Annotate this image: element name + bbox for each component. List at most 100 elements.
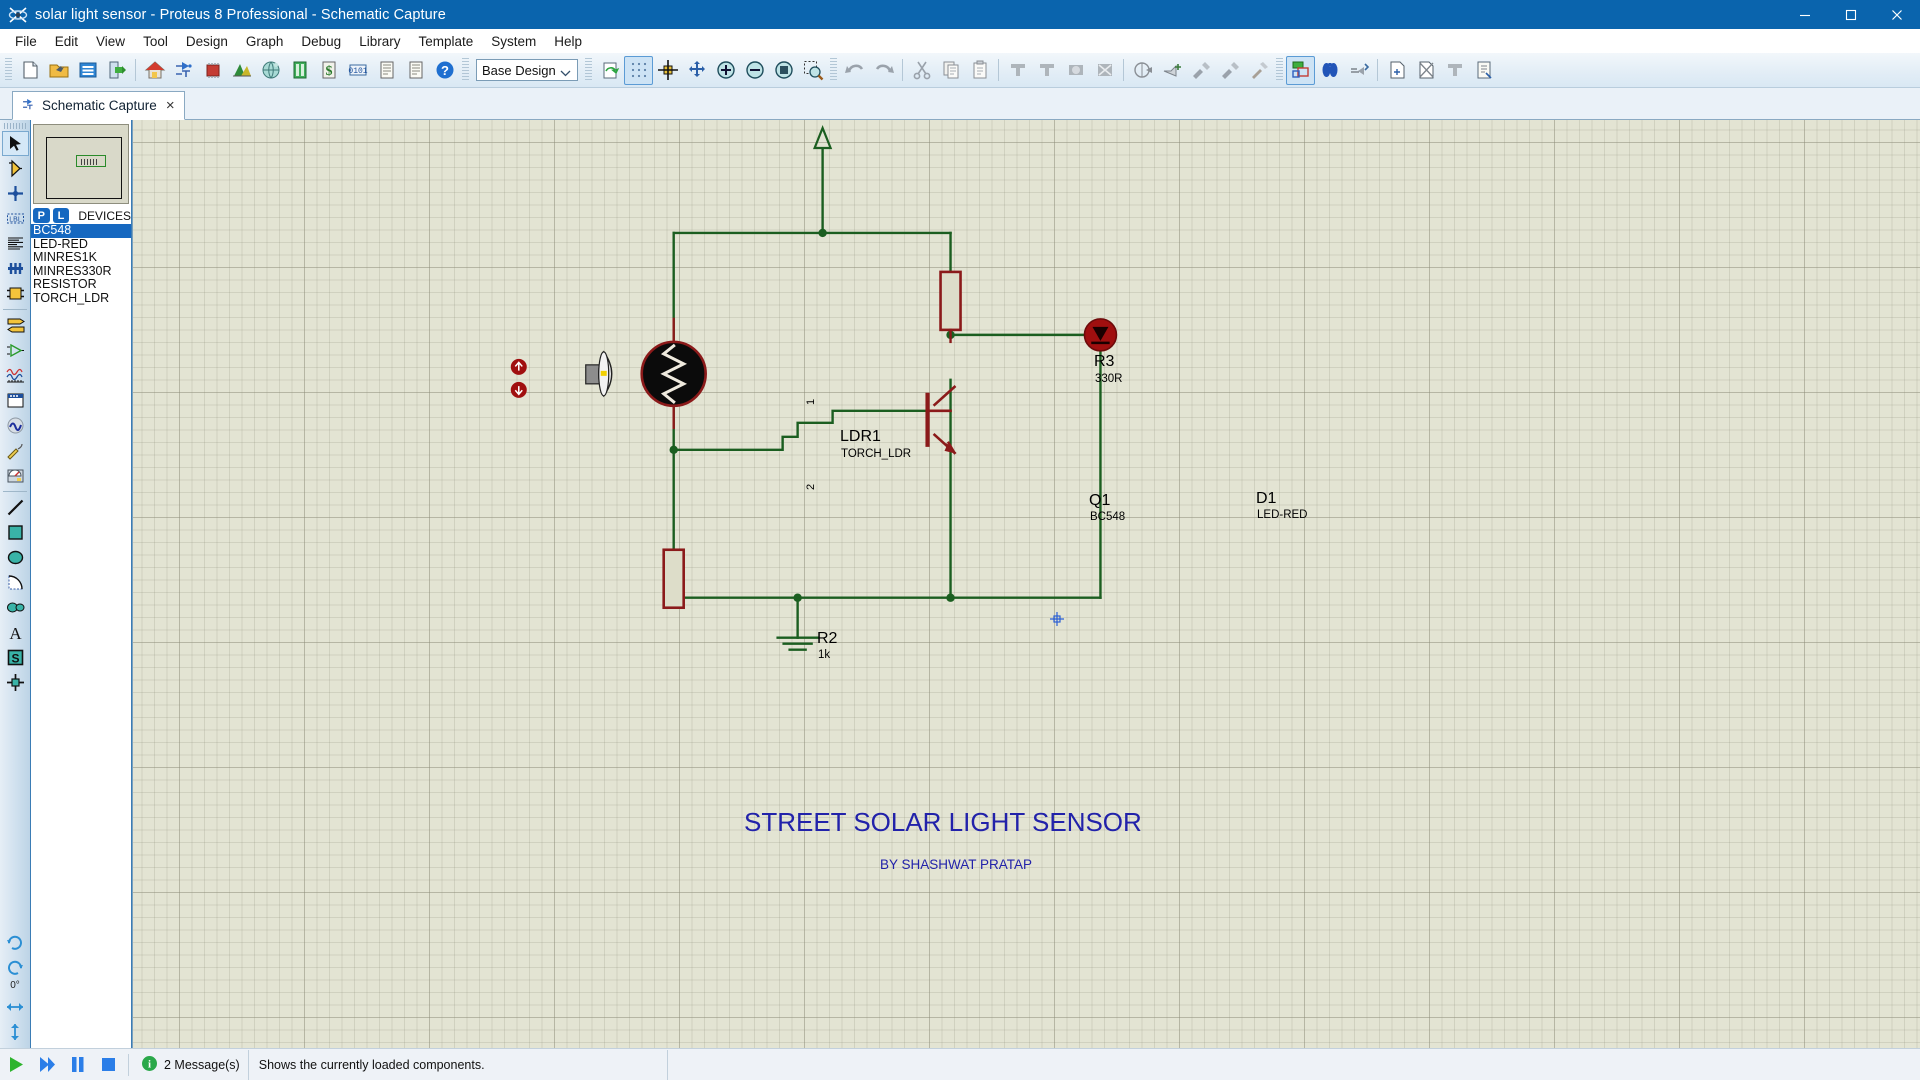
- toolbar-grip-2[interactable]: [462, 58, 469, 82]
- menu-edit[interactable]: Edit: [46, 31, 87, 52]
- rail-grip[interactable]: [4, 123, 26, 129]
- library-manager-button[interactable]: L: [52, 208, 70, 223]
- circle-tool-icon[interactable]: [2, 545, 29, 570]
- report2-icon[interactable]: [401, 56, 430, 85]
- device-item-bc548[interactable]: BC548: [31, 224, 131, 238]
- maximize-button[interactable]: [1828, 0, 1874, 29]
- toggle-grid-icon[interactable]: [624, 55, 653, 85]
- hammer-icon[interactable]: [1244, 56, 1273, 85]
- box-tool-icon[interactable]: [2, 520, 29, 545]
- text-script-mode-icon[interactable]: [2, 231, 29, 256]
- redo-icon[interactable]: [869, 56, 898, 85]
- mirror-horizontal-icon[interactable]: [2, 994, 29, 1019]
- preview-pane[interactable]: [33, 124, 129, 204]
- help-icon[interactable]: ?: [430, 56, 459, 85]
- new-file-icon[interactable]: [15, 56, 44, 85]
- junction-dot-mode-icon[interactable]: [2, 181, 29, 206]
- close-icon[interactable]: ×: [163, 97, 178, 114]
- toolbar-grip[interactable]: [5, 58, 12, 82]
- block-rotate-icon[interactable]: [1061, 56, 1090, 85]
- device-item-resistor[interactable]: RESISTOR: [31, 277, 131, 292]
- line-tool-icon[interactable]: [2, 495, 29, 520]
- design-explorer2-icon[interactable]: [1469, 56, 1498, 85]
- mirror-vertical-icon[interactable]: [2, 1019, 29, 1044]
- block-copy-icon[interactable]: [1003, 56, 1032, 85]
- menu-file[interactable]: File: [6, 31, 46, 52]
- pick-device-icon[interactable]: [1128, 56, 1157, 85]
- packaging-tool-icon[interactable]: [1186, 56, 1215, 85]
- simulation-pause-button[interactable]: [62, 1050, 93, 1080]
- menu-help[interactable]: Help: [545, 31, 591, 52]
- closed-path-tool-icon[interactable]: [2, 595, 29, 620]
- block-move-icon[interactable]: [1032, 56, 1061, 85]
- terminals-mode-icon[interactable]: [2, 313, 29, 338]
- make-device-icon[interactable]: [1157, 56, 1186, 85]
- schematic-canvas[interactable]: LDR1 TORCH_LDR R3 330R R2 1k Q1 BC548 D1…: [132, 120, 1920, 1048]
- open-folder-icon[interactable]: [44, 56, 73, 85]
- device-item-minres330r[interactable]: MINRES330R: [31, 264, 131, 279]
- menu-system[interactable]: System: [482, 31, 545, 52]
- devices-list[interactable]: BC548 LED-RED MINRES1K MINRES330R RESIST…: [31, 224, 131, 1048]
- rotate-anticlockwise-icon[interactable]: [2, 954, 29, 979]
- rotate-clockwise-icon[interactable]: [2, 929, 29, 954]
- tab-schematic-capture[interactable]: Schematic Capture ×: [12, 91, 185, 120]
- menu-debug[interactable]: Debug: [292, 31, 350, 52]
- zoom-area-icon[interactable]: [798, 56, 827, 85]
- device-pin-mode-icon[interactable]: [2, 338, 29, 363]
- virtual-instrument-mode-icon[interactable]: [2, 463, 29, 488]
- toolbar-grip-5[interactable]: [1276, 58, 1283, 82]
- design-select[interactable]: Base Design: [476, 59, 578, 81]
- menu-view[interactable]: View: [87, 31, 134, 52]
- goto-sheet-icon[interactable]: [1440, 56, 1469, 85]
- decompose-icon[interactable]: [1215, 56, 1244, 85]
- pick-devices-button[interactable]: P: [33, 208, 50, 223]
- toolbar-grip-3[interactable]: [585, 58, 592, 82]
- selection-mode-icon[interactable]: [1, 131, 29, 156]
- 3d-view-icon[interactable]: [227, 56, 256, 85]
- menu-graph[interactable]: Graph: [237, 31, 293, 52]
- menu-template[interactable]: Template: [409, 31, 482, 52]
- property-assign-icon[interactable]: [1344, 56, 1373, 85]
- cut-icon[interactable]: [907, 56, 936, 85]
- origin-icon[interactable]: [653, 56, 682, 85]
- design-explorer-icon[interactable]: $: [314, 56, 343, 85]
- project-notes-icon[interactable]: 0101: [343, 56, 372, 85]
- save-icon[interactable]: [73, 56, 102, 85]
- bill-of-materials-icon[interactable]: [285, 56, 314, 85]
- export-icon[interactable]: [102, 56, 131, 85]
- report-icon[interactable]: [372, 56, 401, 85]
- new-sheet-icon[interactable]: [1382, 56, 1411, 85]
- copy-icon[interactable]: [936, 56, 965, 85]
- paste-icon[interactable]: [965, 56, 994, 85]
- remove-sheet-icon[interactable]: [1411, 56, 1440, 85]
- simulation-step-button[interactable]: [31, 1050, 62, 1080]
- generator-mode-icon[interactable]: [2, 413, 29, 438]
- device-item-minres1k[interactable]: MINRES1K: [31, 250, 131, 265]
- simulation-stop-button[interactable]: [93, 1050, 124, 1080]
- menu-library[interactable]: Library: [350, 31, 409, 52]
- bus-mode-icon[interactable]: [2, 256, 29, 281]
- zoom-all-icon[interactable]: [769, 56, 798, 85]
- component-mode-icon[interactable]: [2, 156, 29, 181]
- menu-tool[interactable]: Tool: [134, 31, 177, 52]
- pcb-netlist-icon[interactable]: [1286, 55, 1315, 85]
- zoom-in-icon[interactable]: [711, 56, 740, 85]
- schematic-capture-icon[interactable]: [169, 56, 198, 85]
- text-tool-icon[interactable]: A: [2, 620, 29, 645]
- search-icon[interactable]: [1315, 56, 1344, 85]
- home-icon[interactable]: [140, 56, 169, 85]
- zoom-out-icon[interactable]: [740, 56, 769, 85]
- refresh-icon[interactable]: [595, 56, 624, 85]
- marker-tool-icon[interactable]: [2, 670, 29, 695]
- minimize-button[interactable]: [1782, 0, 1828, 29]
- toolbar-grip-4[interactable]: [830, 58, 837, 82]
- close-button[interactable]: [1874, 0, 1920, 29]
- source-code-icon[interactable]: [256, 56, 285, 85]
- voltage-probe-mode-icon[interactable]: [2, 438, 29, 463]
- messages-area[interactable]: i 2 Message(s): [133, 1050, 248, 1080]
- menu-design[interactable]: Design: [177, 31, 237, 52]
- undo-icon[interactable]: [840, 56, 869, 85]
- device-item-torch-ldr[interactable]: TORCH_LDR: [31, 291, 131, 306]
- pan-icon[interactable]: [682, 56, 711, 85]
- subcircuit-mode-icon[interactable]: [2, 281, 29, 306]
